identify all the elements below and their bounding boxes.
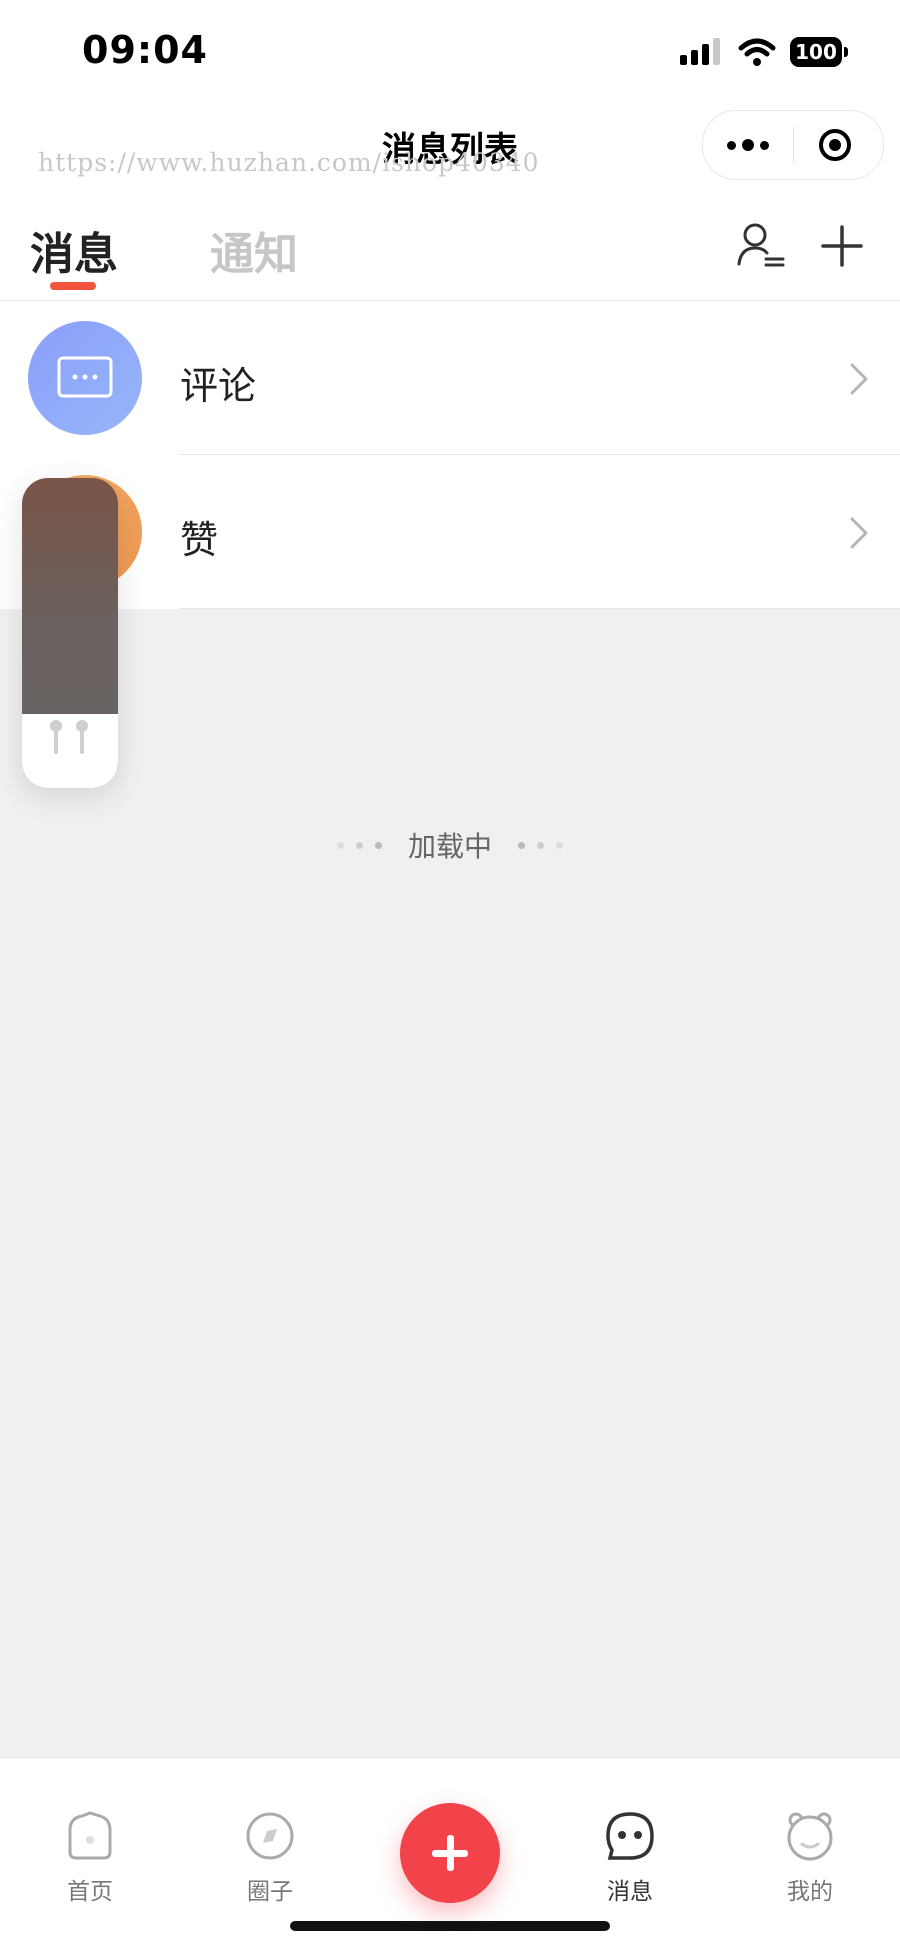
divider	[180, 608, 900, 609]
status-icons: 100	[680, 32, 848, 72]
loading-text: 加载中	[407, 830, 492, 863]
earbuds-icon	[50, 720, 88, 754]
status-bar: 09:04 100	[0, 0, 900, 100]
capsule-divider	[793, 127, 794, 163]
chevron-right-icon	[850, 363, 868, 395]
watermark: https://www.huzhan.com/ishop40340	[38, 148, 540, 177]
list-item-label: 评论	[180, 364, 257, 408]
more-dots-icon[interactable]	[703, 111, 793, 179]
earbuds-overlay	[22, 478, 118, 788]
home-indicator	[290, 1921, 610, 1931]
tabbar-label: 我的	[787, 1879, 833, 1905]
message-face-icon	[606, 1812, 654, 1860]
tabbar-item-messages[interactable]: 消息	[540, 1758, 720, 1918]
battery-indicator: 100	[790, 37, 848, 67]
loading-indicator: 加载中	[0, 825, 900, 865]
tabbar-label: 首页	[67, 1879, 113, 1905]
active-tab-indicator	[50, 282, 96, 290]
list-item-label: 赞	[180, 518, 219, 562]
plus-icon[interactable]	[818, 222, 866, 270]
tabbar-item-circle[interactable]: 圈子	[180, 1758, 360, 1918]
chevron-right-icon	[850, 517, 868, 549]
tabbar-item-profile[interactable]: 我的	[720, 1758, 900, 1918]
mini-program-capsule	[702, 110, 884, 180]
comment-bubble-icon	[28, 321, 142, 435]
compass-icon	[246, 1812, 294, 1860]
bottom-tab-bar: 首页 圈子 消息 我的	[0, 1757, 900, 1948]
tabbar-label: 消息	[607, 1879, 653, 1905]
profile-bear-icon	[787, 1812, 833, 1861]
home-icon	[68, 1811, 112, 1860]
message-category-list: 评论 赞	[0, 301, 900, 609]
user-list-icon[interactable]	[736, 220, 786, 270]
list-item-comments[interactable]: 评论	[0, 301, 900, 455]
post-plus-button[interactable]	[400, 1803, 500, 1903]
tab-messages[interactable]: 消息	[30, 218, 118, 282]
earbuds-panel	[22, 714, 118, 788]
wifi-icon	[738, 38, 776, 66]
list-item-likes[interactable]: 赞	[0, 455, 900, 609]
tabbar-item-home[interactable]: 首页	[0, 1758, 180, 1918]
tabbar-label: 圈子	[247, 1879, 293, 1905]
status-time: 09:04	[82, 28, 208, 72]
signal-icon	[680, 38, 720, 65]
tab-notifications[interactable]: 通知	[210, 218, 298, 282]
target-circle-icon[interactable]	[819, 129, 851, 161]
header-area: 09:04 100 消息列表 https://www.huzhan.com/is…	[0, 0, 900, 300]
